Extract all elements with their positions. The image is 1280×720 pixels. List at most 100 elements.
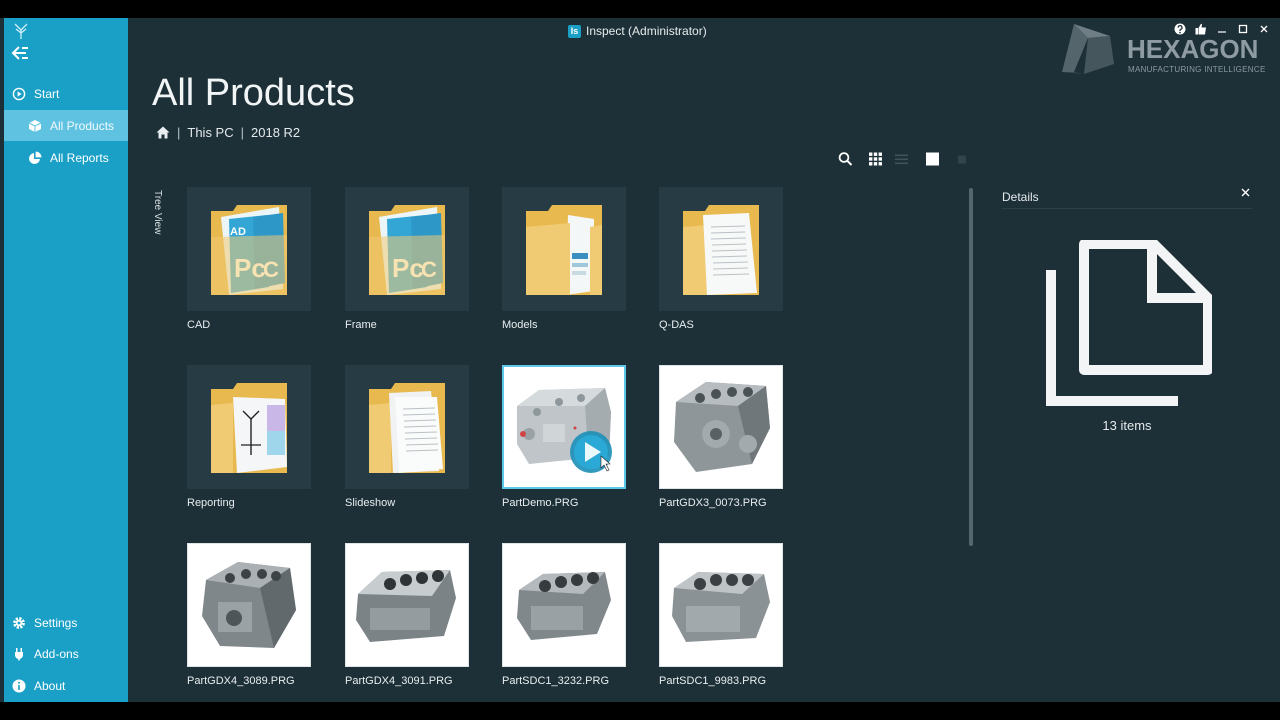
app-badge: Is	[568, 24, 581, 38]
tile-label: PartDemo.PRG	[502, 497, 579, 509]
tile-partsdc1-9983[interactable]: PartSDC1_9983.PRG	[659, 543, 785, 687]
plug-icon	[15, 647, 23, 660]
tile-label: Q-DAS	[659, 319, 694, 331]
tile-slideshow[interactable]: Slideshow	[345, 365, 471, 509]
tile-label: PartGDX4_3089.PRG	[187, 675, 295, 687]
breadcrumb-separator: |	[177, 125, 181, 140]
tile-label: Reporting	[187, 497, 235, 509]
tree-view-toggle[interactable]: Tree View	[152, 190, 163, 234]
info-icon	[12, 679, 26, 692]
home-icon[interactable]	[156, 126, 170, 139]
brand-tagline: MANUFACTURING INTELLIGENCE	[1128, 65, 1266, 74]
item-count: 13 items	[1102, 418, 1152, 433]
engine-block-photo	[674, 382, 770, 472]
search-icon[interactable]	[838, 151, 853, 167]
folder-report-icon	[211, 383, 287, 473]
sidebar-item-label: Add-ons	[34, 646, 79, 661]
tile-label: PartGDX3_0073.PRG	[659, 497, 767, 509]
engine-block-photo	[672, 572, 770, 642]
help-icon[interactable]	[1173, 22, 1186, 35]
maximize-icon[interactable]	[1236, 22, 1249, 35]
list-view-icon[interactable]	[894, 151, 909, 167]
folder-document-icon	[683, 205, 759, 295]
tile-q-das[interactable]: Q-DAS	[659, 187, 785, 331]
details-close-icon[interactable]	[1240, 187, 1251, 198]
breadcrumb: | This PC | 2018 R2	[156, 125, 300, 140]
play-circle-icon	[12, 87, 26, 100]
minimize-icon[interactable]	[1215, 22, 1228, 35]
breadcrumb-item-version[interactable]: 2018 R2	[251, 125, 300, 140]
tile-thumbnail	[502, 365, 626, 489]
sidebar-item-label: All Products	[50, 118, 115, 133]
large-tiles-icon[interactable]	[925, 151, 940, 167]
tile-label: Slideshow	[345, 497, 396, 509]
tile-label: PartGDX4_3091.PRG	[345, 675, 453, 687]
documents-icon	[1046, 240, 1212, 406]
tile-thumbnail	[659, 365, 783, 489]
tile-thumbnail	[345, 543, 469, 667]
sidebar-item-add-ons[interactable]: Add-ons	[4, 638, 128, 669]
tile-partgdx4-3089[interactable]: PartGDX4_3089.PRG	[187, 543, 313, 687]
grid-scrollbar[interactable]	[969, 188, 973, 546]
tile-thumbnail	[187, 365, 311, 489]
tile-thumbnail	[187, 543, 311, 667]
tile-models[interactable]: Models	[502, 187, 628, 331]
sidebar-item-label: All Reports	[50, 150, 109, 165]
sidebar-item-all-products[interactable]: All Products	[4, 110, 128, 141]
breadcrumb-item-this-pc[interactable]: This PC	[187, 125, 233, 140]
collapse-back-icon[interactable]	[10, 44, 32, 62]
tile-partgdx4-3091[interactable]: PartGDX4_3091.PRG	[345, 543, 471, 687]
folder-document-icon	[526, 205, 602, 295]
tile-thumbnail	[345, 365, 469, 489]
breadcrumb-separator: |	[240, 125, 245, 140]
tile-partdemo[interactable]: PartDemo.PRG	[502, 365, 628, 509]
sidebar-item-settings[interactable]: Settings	[4, 607, 128, 638]
tile-thumbnail	[502, 543, 626, 667]
divider	[1002, 208, 1252, 209]
sidebar-item-about[interactable]: About	[4, 670, 128, 701]
tile-thumbnail: AD Pc C	[187, 187, 311, 311]
hexagon-emblem-icon	[1062, 24, 1114, 74]
sidebar-item-label: Settings	[34, 615, 78, 630]
tile-label: Frame	[345, 319, 377, 331]
tile-thumbnail: Pc C	[345, 187, 469, 311]
window-titlebar: Is Inspect (Administrator)	[568, 23, 707, 39]
page-title: All Products	[152, 72, 355, 114]
main-content: Is Inspect (Administrator) HEXAGON MANUF…	[128, 18, 1276, 702]
app-logo-icon	[14, 23, 28, 39]
tile-thumbnail	[502, 187, 626, 311]
engine-block-photo	[202, 562, 296, 648]
tile-thumbnail	[659, 543, 783, 667]
sidebar-item-all-reports[interactable]: All Reports	[4, 142, 128, 173]
sidebar-item-label: Start	[34, 86, 60, 101]
tile-label: PartSDC1_3232.PRG	[502, 675, 609, 687]
window-controls	[1173, 22, 1270, 35]
close-icon[interactable]	[1257, 22, 1270, 35]
brand-name: HEXAGON	[1127, 34, 1259, 64]
engine-block-photo	[517, 572, 611, 640]
tile-cad[interactable]: AD Pc C CAD	[187, 187, 313, 331]
pie-chart-icon	[29, 151, 42, 164]
cube-icon	[28, 119, 42, 132]
part-photo	[517, 388, 612, 473]
details-title: Details	[1002, 190, 1039, 204]
tile-label: PartSDC1_9983.PRG	[659, 675, 766, 687]
tile-reporting[interactable]: Reporting	[187, 365, 313, 509]
tile-frame[interactable]: Pc C Frame	[345, 187, 471, 331]
thumbs-up-icon[interactable]	[1194, 22, 1207, 35]
gear-icon	[13, 616, 25, 629]
folder-pc-icon: Pc C	[369, 205, 445, 295]
details-panel: Details 13 items	[1002, 182, 1252, 482]
tile-partsdc1-3232[interactable]: PartSDC1_3232.PRG	[502, 543, 628, 687]
sidebar-item-start[interactable]: Start	[4, 78, 128, 109]
small-tiles-icon[interactable]	[956, 151, 968, 167]
tile-thumbnail	[659, 187, 783, 311]
engine-block-photo	[356, 570, 456, 642]
grid-view-icon[interactable]	[868, 151, 883, 167]
tile-partgdx3-0073[interactable]: PartGDX3_0073.PRG	[659, 365, 785, 509]
tile-label: Models	[502, 319, 538, 331]
folder-pc-icon: AD Pc C	[211, 205, 287, 295]
sidebar: Start All Products All Reports Settings …	[4, 18, 128, 702]
folder-document-icon	[369, 383, 445, 473]
sidebar-item-label: About	[34, 678, 66, 693]
